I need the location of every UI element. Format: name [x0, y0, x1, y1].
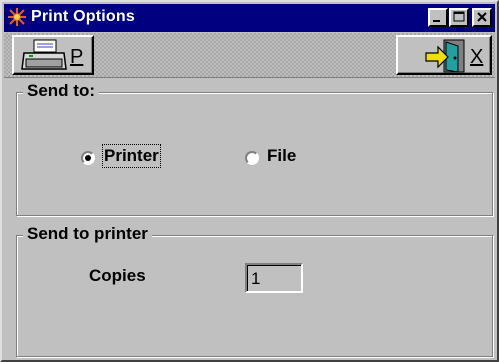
maximize-button[interactable] [449, 8, 469, 27]
toolbar: P X [4, 33, 495, 78]
print-button-label: P [70, 46, 84, 68]
minimize-button[interactable] [428, 8, 448, 27]
window-title: Print Options [31, 8, 135, 25]
exit-door-icon [425, 39, 465, 73]
printer-radio[interactable] [81, 151, 95, 165]
send-to-group: Send to: Printer File [16, 81, 493, 216]
send-to-printer-group-label: Send to printer [23, 224, 152, 244]
exit-button[interactable]: X [396, 35, 492, 75]
file-radio[interactable] [245, 151, 259, 165]
send-to-group-label: Send to: [23, 81, 99, 101]
exit-button-label: X [470, 46, 484, 68]
copies-input[interactable]: 1 [245, 263, 303, 293]
close-icon [477, 12, 487, 22]
copies-label: Copies [89, 266, 146, 285]
minimize-icon [433, 20, 440, 22]
maximize-icon [453, 11, 465, 22]
print-button[interactable]: P [12, 35, 94, 75]
app-icon [8, 8, 26, 26]
radio-selected-dot [85, 155, 91, 161]
send-to-printer-group: Send to printer Copies 1 [16, 224, 493, 357]
close-button[interactable] [472, 8, 492, 27]
printer-radio-label[interactable]: Printer [102, 144, 161, 168]
title-bar[interactable]: Print Options [4, 4, 495, 32]
file-radio-label[interactable]: File [267, 146, 296, 166]
printer-icon [21, 39, 67, 70]
print-options-window: Print Options P X Send to: Printer File … [0, 0, 499, 362]
